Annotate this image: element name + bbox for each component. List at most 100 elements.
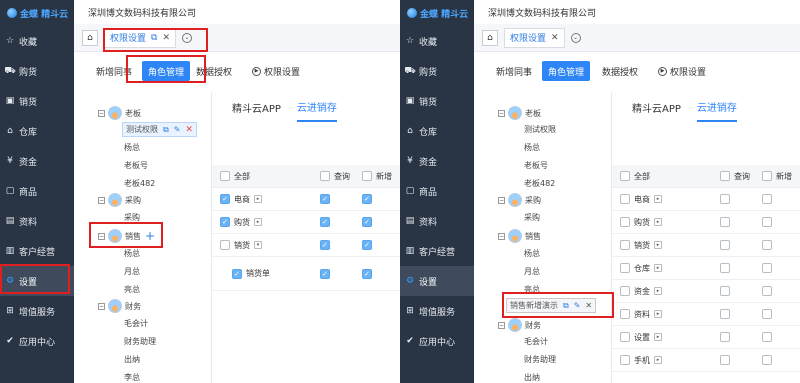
tree-node[interactable]: − 老板	[498, 106, 541, 120]
row-checkbox[interactable]	[220, 240, 230, 250]
tree-leaf[interactable]: 亮总	[524, 284, 540, 295]
delete-icon[interactable]: ✕	[585, 301, 592, 310]
query-checkbox[interactable]: ✓	[320, 194, 330, 204]
tree-leaf[interactable]: 李总	[124, 372, 140, 383]
tree-node[interactable]: − 销售	[498, 229, 541, 243]
nav-item-app-center[interactable]: ✔ 应用中心	[0, 326, 74, 356]
nav-item-goods[interactable]: ▢ 商品	[0, 176, 74, 206]
query-checkbox[interactable]	[720, 240, 730, 250]
tree-node[interactable]: − 采购	[98, 193, 141, 207]
subtab-data-authorization[interactable]: 数据授权	[190, 61, 238, 81]
tree-leaf[interactable]: 采购	[524, 212, 540, 223]
add-checkbox[interactable]	[762, 217, 772, 227]
add-checkbox[interactable]	[762, 240, 772, 250]
nav-item-purchase[interactable]: ⛟ 购货	[400, 56, 474, 86]
tree-node[interactable]: − 财务	[498, 318, 541, 332]
tree-leaf[interactable]: 杨总	[124, 248, 140, 259]
collapse-toggle-icon[interactable]: −	[498, 109, 505, 117]
tree-node-edit[interactable]: 测试权限 ⧉ ✎ ✕	[122, 122, 197, 137]
collapse-toggle-icon[interactable]: −	[98, 109, 105, 117]
query-checkbox[interactable]: ✓	[320, 217, 330, 227]
nav-item-settings[interactable]: ⚙ 设置	[0, 266, 74, 296]
tree-leaf[interactable]: 测试权限	[524, 124, 556, 135]
add-checkbox[interactable]: ✓	[362, 217, 372, 227]
nav-item-sales[interactable]: ▣ 销货	[0, 86, 74, 116]
tree-node[interactable]: − 老板	[98, 106, 141, 120]
add-checkbox[interactable]: ✓	[362, 194, 372, 204]
query-all-checkbox[interactable]	[720, 171, 730, 181]
tree-leaf[interactable]: 老板482	[524, 178, 555, 189]
expand-icon[interactable]: ▸	[654, 287, 662, 295]
subtab-add-colleague[interactable]: 新增同事	[490, 61, 538, 81]
tree-leaf[interactable]: 月总	[524, 266, 540, 277]
subtab-add-colleague[interactable]: 新增同事	[90, 61, 138, 81]
query-checkbox[interactable]	[720, 332, 730, 342]
nav-item-value-added[interactable]: ⊞ 增值服务	[0, 296, 74, 326]
subtab-permission-settings[interactable]: ▶ 权限设置	[652, 61, 712, 81]
row-checkbox[interactable]: ✓	[220, 217, 230, 227]
tab-permission-settings[interactable]: 权限设置 ✕	[504, 27, 565, 48]
query-all-checkbox[interactable]	[320, 171, 330, 181]
nav-item-data[interactable]: ▤ 资料	[400, 206, 474, 236]
add-checkbox[interactable]	[762, 263, 772, 273]
row-checkbox[interactable]: ✓	[232, 268, 242, 279]
add-icon[interactable]: +	[145, 229, 155, 243]
nav-item-settings[interactable]: ⚙ 设置	[400, 266, 474, 296]
query-checkbox[interactable]: ✓	[320, 240, 330, 250]
subtab-data-authorization[interactable]: 数据授权	[596, 61, 644, 81]
add-checkbox[interactable]	[762, 309, 772, 319]
nav-item-purchase[interactable]: ⛟ 购货	[0, 56, 74, 86]
query-checkbox[interactable]	[720, 309, 730, 319]
expand-icon[interactable]: ▸	[654, 195, 662, 203]
nav-item-warehouse[interactable]: ⌂ 仓库	[0, 116, 74, 146]
nav-item-goods[interactable]: ▢ 商品	[400, 176, 474, 206]
tree-leaf[interactable]: 出纳	[524, 372, 540, 383]
tab-app[interactable]: 精斗云APP	[632, 92, 681, 122]
row-checkbox[interactable]: ✓	[220, 194, 230, 204]
row-checkbox[interactable]	[620, 263, 630, 273]
edit-icon[interactable]: ✎	[574, 301, 581, 310]
nav-item-funds[interactable]: ¥ 资金	[0, 146, 74, 176]
add-checkbox[interactable]	[762, 355, 772, 365]
expand-icon[interactable]: ▸	[654, 218, 662, 226]
nav-item-warehouse[interactable]: ⌂ 仓库	[400, 116, 474, 146]
tree-leaf[interactable]: 杨总	[124, 142, 140, 153]
collapse-toggle-icon[interactable]: −	[98, 232, 105, 240]
tab-cloud-inventory[interactable]: 云进销存	[296, 92, 337, 122]
row-checkbox[interactable]	[620, 332, 630, 342]
nav-item-favorites[interactable]: ☆ 收藏	[0, 26, 74, 56]
close-icon[interactable]: ✕	[551, 33, 559, 43]
tree-node[interactable]: − 销售 +	[98, 229, 155, 243]
tree-node[interactable]: − 采购	[498, 193, 541, 207]
nav-item-favorites[interactable]: ☆ 收藏	[400, 26, 474, 56]
chevron-down-icon[interactable]: ⌄	[182, 32, 192, 43]
row-checkbox[interactable]	[620, 309, 630, 319]
expand-icon[interactable]: ▸	[654, 310, 662, 318]
nav-item-customer[interactable]: ▥ 客户经营	[0, 236, 74, 266]
tree-leaf[interactable]: 毛会计	[124, 318, 148, 329]
edit-icon[interactable]: ✎	[174, 125, 181, 134]
expand-icon[interactable]: ▸	[254, 218, 262, 226]
home-tab-button[interactable]: ⌂	[82, 29, 98, 46]
expand-icon[interactable]: ▸	[654, 356, 662, 364]
tab-app[interactable]: 精斗云APP	[232, 92, 281, 122]
query-checkbox[interactable]	[720, 286, 730, 296]
tree-leaf[interactable]: 杨总	[524, 248, 540, 259]
tab-cloud-inventory[interactable]: 云进销存	[696, 92, 737, 122]
add-checkbox[interactable]	[762, 194, 772, 204]
expand-icon[interactable]: ▸	[654, 241, 662, 249]
query-checkbox[interactable]	[720, 217, 730, 227]
copy-icon[interactable]: ⧉	[563, 301, 569, 311]
subtab-role-management[interactable]: 角色管理	[142, 61, 191, 81]
nav-item-customer[interactable]: ▥ 客户经营	[400, 236, 474, 266]
query-checkbox[interactable]	[720, 355, 730, 365]
add-all-checkbox[interactable]	[362, 171, 372, 181]
add-checkbox[interactable]: ✓	[362, 268, 372, 279]
tree-node[interactable]: − 财务	[98, 299, 141, 313]
tree-leaf[interactable]: 杨总	[524, 142, 540, 153]
tree-leaf[interactable]: 老板号	[524, 160, 548, 171]
expand-icon[interactable]: ▸	[654, 264, 662, 272]
row-checkbox[interactable]	[620, 194, 630, 204]
tree-leaf[interactable]: 月总	[124, 266, 140, 277]
row-checkbox[interactable]	[620, 286, 630, 296]
